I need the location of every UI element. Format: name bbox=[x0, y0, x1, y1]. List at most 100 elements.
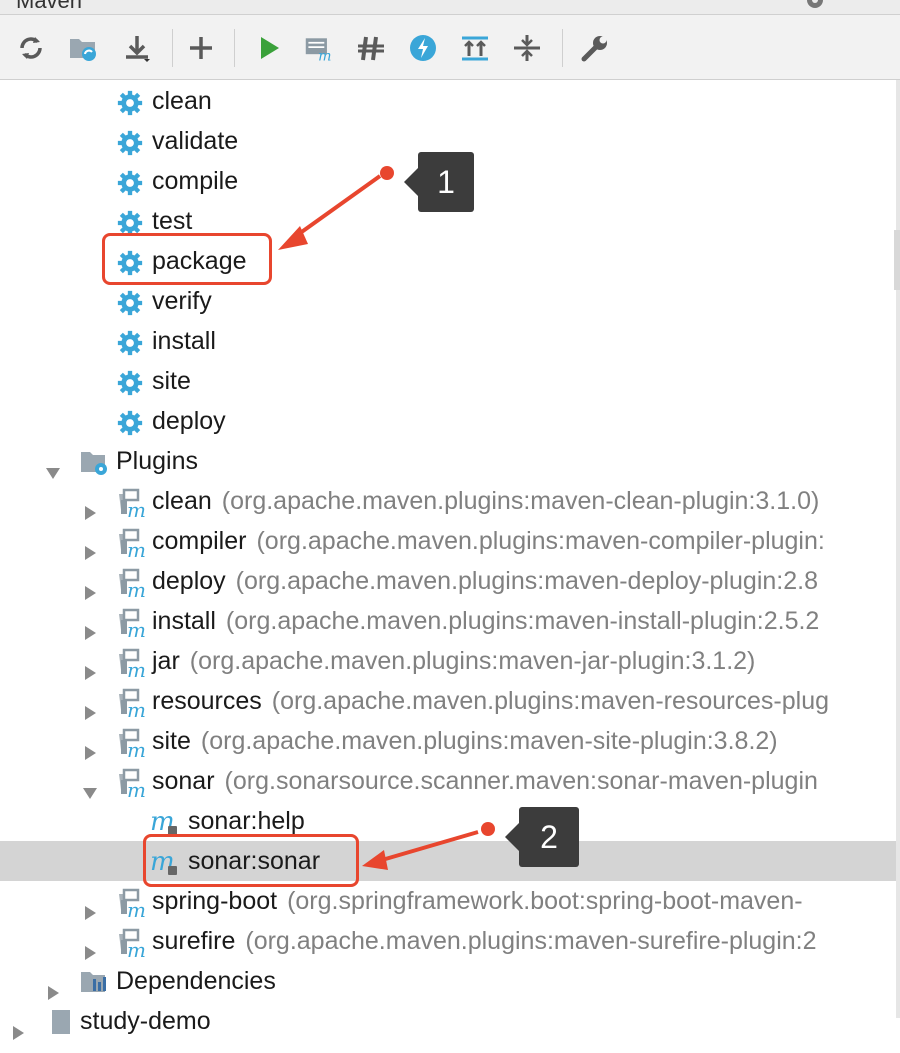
lifecycle-item-clean[interactable]: clean bbox=[0, 81, 900, 121]
collapsed-arrow-icon[interactable] bbox=[82, 613, 98, 640]
node-name: compile bbox=[152, 167, 239, 195]
expanded-arrow-icon[interactable] bbox=[82, 773, 98, 799]
tree-node-label: deploy bbox=[152, 401, 226, 441]
tree-node-label: spring-boot (org.springframework.boot:spr… bbox=[152, 881, 803, 921]
svg-text:m: m bbox=[127, 498, 146, 518]
run-icon[interactable] bbox=[254, 33, 284, 63]
svg-text:m: m bbox=[127, 938, 146, 958]
svg-text:m: m bbox=[127, 618, 146, 638]
node-name: validate bbox=[152, 127, 239, 155]
tree-node-label: Plugins bbox=[116, 441, 198, 481]
svg-text:m: m bbox=[127, 698, 146, 718]
tree-node-label: install bbox=[152, 321, 216, 361]
plugin-clean[interactable]: m clean (org.apache.maven.plugins:maven-cl… bbox=[0, 481, 900, 522]
toolbar-separator bbox=[562, 29, 563, 67]
gear-icon bbox=[115, 168, 145, 196]
plugin-resources[interactable]: m resources (org.apache.maven.plugins:mave… bbox=[0, 681, 900, 722]
toggle-offline-icon[interactable] bbox=[356, 33, 386, 63]
node-name: clean bbox=[152, 487, 212, 515]
plugin-coordinates: (org.sonarsource.scanner.maven:sonar-mav… bbox=[224, 767, 818, 795]
plugin-coordinates: (org.springframework.boot:spring-boot-ma… bbox=[287, 887, 803, 915]
svg-text:m: m bbox=[127, 738, 146, 758]
tree-node-label: deploy (org.apache.maven.plugins:maven-de… bbox=[152, 561, 818, 601]
collapsed-arrow-icon[interactable] bbox=[82, 893, 98, 920]
tree-node-label: sonar (org.sonarsource.scanner.maven:sona… bbox=[152, 761, 818, 801]
collapsed-arrow-icon[interactable] bbox=[82, 733, 98, 760]
generate-sources-icon[interactable] bbox=[68, 33, 98, 63]
gear-icon[interactable] bbox=[802, 0, 828, 12]
plugin-spring-boot[interactable]: m spring-boot (org.springframework.boot:sp… bbox=[0, 881, 900, 922]
collapsed-arrow-icon[interactable] bbox=[82, 693, 98, 720]
callout-badge-2: 2 bbox=[505, 807, 579, 867]
collapsed-arrow-icon[interactable] bbox=[45, 973, 61, 1000]
maven-plugin-icon: m bbox=[115, 608, 146, 642]
scrollbar-thumb[interactable] bbox=[894, 230, 900, 290]
reimport-icon[interactable] bbox=[16, 33, 46, 63]
tree-node-label: clean (org.apache.maven.plugins:maven-cle… bbox=[152, 481, 819, 521]
lifecycle-item-install[interactable]: install bbox=[0, 321, 900, 361]
tree-node-label: site (org.apache.maven.plugins:maven-site… bbox=[152, 721, 778, 761]
dependencies-folder[interactable]: Dependencies bbox=[0, 961, 900, 1001]
node-name: deploy bbox=[152, 567, 226, 595]
maven-plugin-icon: m bbox=[115, 568, 146, 602]
plugin-compiler[interactable]: m compiler (org.apache.maven.plugins:maven… bbox=[0, 521, 900, 562]
plugin-jar[interactable]: m jar (org.apache.maven.plugins:maven-jar-… bbox=[0, 641, 900, 682]
collapsed-arrow-icon[interactable] bbox=[82, 493, 98, 520]
tree-right-border bbox=[896, 80, 900, 1018]
lifecycle-item-deploy[interactable]: deploy bbox=[0, 401, 900, 441]
callout-dot-2 bbox=[481, 822, 495, 836]
dependencies-icon bbox=[79, 968, 109, 994]
settings-wrench-icon[interactable] bbox=[580, 33, 610, 63]
maven-plugin-icon: m bbox=[115, 648, 146, 682]
project-study-demo[interactable]: study-demo bbox=[0, 1001, 900, 1041]
plugin-install[interactable]: m install (org.apache.maven.plugins:maven-… bbox=[0, 601, 900, 642]
plugin-coordinates: (org.apache.maven.plugins:maven-install-… bbox=[225, 607, 820, 635]
plugin-coordinates: (org.apache.maven.plugins:maven-deploy-p… bbox=[235, 567, 818, 595]
node-name: jar bbox=[152, 647, 180, 675]
node-name: study-demo bbox=[80, 1007, 211, 1035]
tree-node-label: compile bbox=[152, 161, 238, 201]
node-name: site bbox=[152, 727, 191, 755]
maven-plugin-icon: m bbox=[115, 528, 146, 562]
plugin-sonar[interactable]: m sonar (org.sonarsource.scanner.maven:son… bbox=[0, 761, 900, 802]
node-name: clean bbox=[152, 87, 212, 115]
tree-node-label: compiler (org.apache.maven.plugins:maven-… bbox=[152, 521, 825, 561]
tree-node-label: surefire (org.apache.maven.plugins:maven-… bbox=[152, 921, 817, 961]
tree-node-label: study-demo bbox=[80, 1001, 211, 1041]
node-name: surefire bbox=[152, 927, 236, 955]
tree-node-label: validate bbox=[152, 121, 238, 161]
skip-tests-icon[interactable] bbox=[408, 33, 438, 63]
maven-plugin-icon: m bbox=[115, 488, 146, 522]
collapsed-arrow-icon[interactable] bbox=[82, 533, 98, 560]
show-dependencies-icon[interactable] bbox=[460, 33, 490, 63]
plugin-deploy[interactable]: m deploy (org.apache.maven.plugins:maven-d… bbox=[0, 561, 900, 602]
maven-toolbar: m bbox=[0, 15, 900, 80]
collapsed-arrow-icon[interactable] bbox=[82, 573, 98, 600]
plugin-coordinates: (org.apache.maven.plugins:maven-surefire… bbox=[245, 927, 817, 955]
svg-text:m: m bbox=[318, 48, 331, 63]
plugin-coordinates: (org.apache.maven.plugins:maven-resource… bbox=[271, 687, 830, 715]
plugins-folder[interactable]: Plugins bbox=[0, 441, 900, 481]
execute-goal-icon[interactable]: m bbox=[304, 33, 334, 63]
expanded-arrow-icon[interactable] bbox=[45, 453, 61, 479]
highlight-package bbox=[102, 233, 272, 285]
goal-sonar-sonar[interactable]: m sonar:sonar bbox=[0, 841, 900, 881]
maven-project-icon bbox=[44, 1008, 74, 1034]
plugin-surefire[interactable]: m surefire (org.apache.maven.plugins:maven… bbox=[0, 921, 900, 962]
goal-sonar-help[interactable]: m sonar:help bbox=[0, 801, 900, 841]
add-project-icon[interactable] bbox=[186, 33, 216, 63]
collapsed-arrow-icon[interactable] bbox=[82, 933, 98, 960]
gear-icon bbox=[115, 208, 145, 236]
collapsed-arrow-icon[interactable] bbox=[10, 1013, 26, 1040]
gear-icon bbox=[115, 288, 145, 316]
plugin-site[interactable]: m site (org.apache.maven.plugins:maven-sit… bbox=[0, 721, 900, 762]
collapse-all-icon[interactable] bbox=[512, 33, 542, 63]
toolbar-separator bbox=[172, 29, 173, 67]
download-sources-icon[interactable] bbox=[122, 33, 152, 63]
tree-node-label: clean bbox=[152, 81, 212, 121]
node-name: deploy bbox=[152, 407, 226, 435]
lifecycle-item-site[interactable]: site bbox=[0, 361, 900, 401]
collapsed-arrow-icon[interactable] bbox=[82, 653, 98, 680]
lifecycle-item-verify[interactable]: verify bbox=[0, 281, 900, 321]
gear-icon bbox=[115, 368, 145, 396]
